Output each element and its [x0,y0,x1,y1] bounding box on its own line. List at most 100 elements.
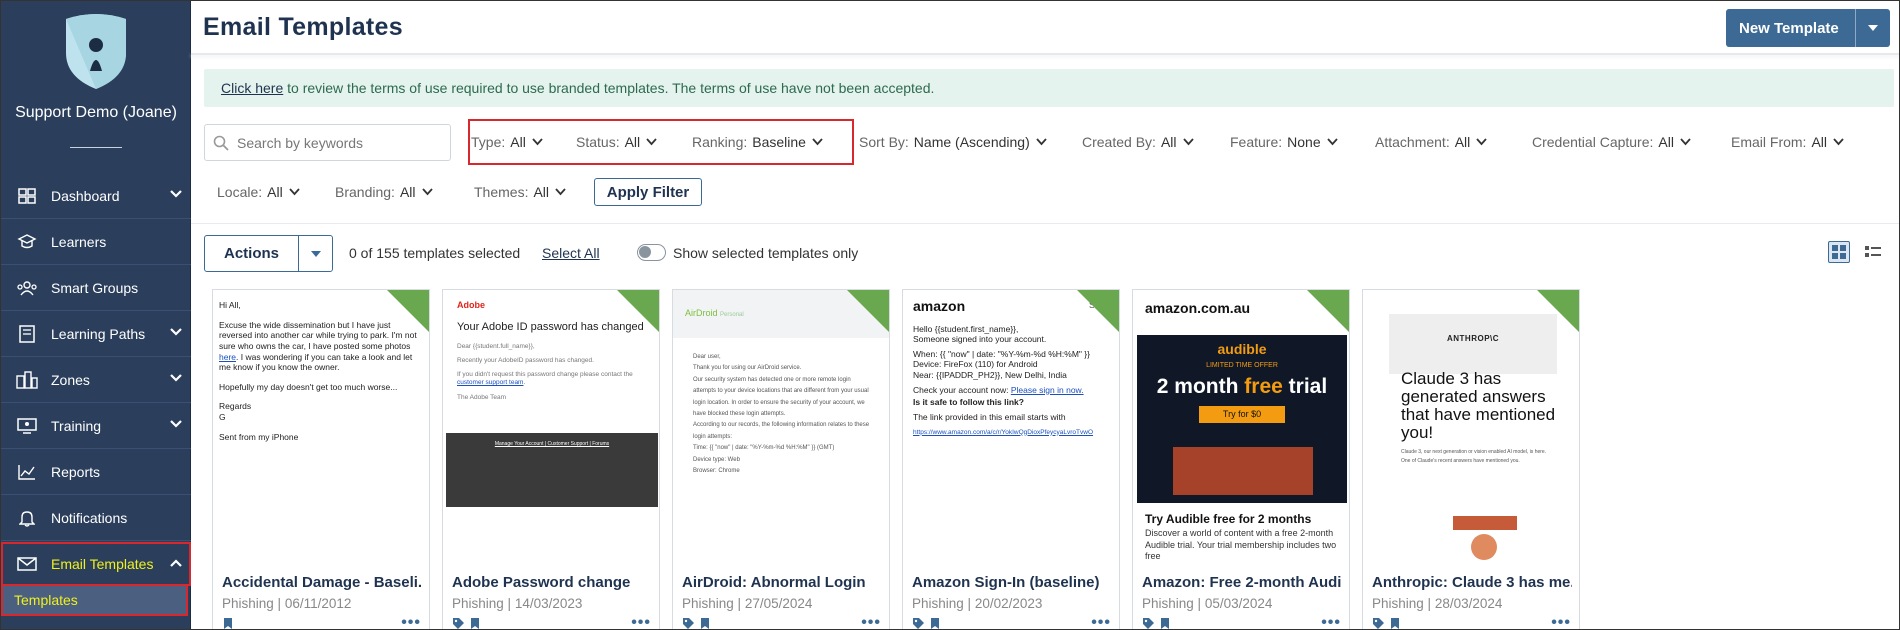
filter-type[interactable]: Type: All [471,134,543,150]
preview-text: Manage Your Account | Customer Support |… [494,441,610,447]
template-title[interactable]: Adobe Password change [452,574,652,591]
chevron-down-icon [1476,138,1487,146]
sidebar-item-label: Training [51,417,102,434]
preview-text: Someone signed into your account. [913,334,1047,345]
sidebar-item-learning-paths[interactable]: Learning Paths [1,311,191,357]
preview-text: Dear {{student.full_name}}, [457,343,535,350]
sidebar-item-label: Dashboard [51,187,120,204]
new-template-button[interactable]: New Template [1726,9,1890,47]
show-selected-toggle[interactable] [637,244,666,261]
preview-text: 2 month [1156,375,1245,399]
template-card[interactable]: Hi All, Excuse the wide dissemination bu… [212,289,430,630]
preview-text: Check your account now: [913,384,1011,395]
filter-sort-by[interactable]: Sort By: Name (Ascending) [859,134,1047,150]
select-all-link[interactable]: Select All [542,245,600,261]
sidebar-item-label: Smart Groups [51,279,139,296]
tag-icon[interactable] [912,617,924,630]
bell-icon [15,507,39,529]
preview-text: Claude 3, our next generation or vision … [1401,449,1547,464]
preview-brand: ANTHROP\C [1446,334,1500,343]
bookmark-icon[interactable] [1389,617,1401,630]
filter-value: Baseline [752,134,806,150]
filter-themes[interactable]: Themes: All [474,184,566,200]
terms-link[interactable]: Click here [221,80,283,96]
filter-email-from[interactable]: Email From: All [1731,134,1844,150]
preview-heading: Try Audible free for 2 months [1145,512,1312,526]
sidebar-item-zones[interactable]: Zones [1,357,191,403]
search-icon [213,135,229,151]
more-options-icon[interactable]: ••• [1091,614,1111,629]
more-options-icon[interactable]: ••• [1321,614,1341,629]
filter-label: Created By: [1082,134,1156,150]
sidebar-item-smart-groups[interactable]: Smart Groups [1,265,191,311]
more-options-icon[interactable]: ••• [861,614,881,629]
preview-text: Is it safe to follow this link? [913,397,1024,408]
template-title[interactable]: Accidental Damage - Baseli... [222,574,422,591]
sidebar-subitem-templates[interactable]: Templates [1,586,188,616]
tag-icon[interactable] [1142,617,1154,630]
sidebar-item-email-templates[interactable]: Email Templates [1,542,191,586]
sidebar-item-dashboard[interactable]: Dashboard [1,173,191,219]
template-card[interactable]: ANTHROP\C Claude 3 has generated answers… [1362,289,1580,630]
preview-text: The Adobe Team [457,393,507,401]
baseline-ribbon [1537,290,1579,332]
preview-audible: audible [1217,341,1267,357]
bookmark-icon[interactable] [222,617,234,630]
template-title[interactable]: AirDroid: Abnormal Login [682,574,882,591]
tag-icon[interactable] [682,617,694,630]
envelope-icon [15,553,39,575]
actions-dropdown-toggle[interactable] [299,236,332,271]
template-title[interactable]: Anthropic: Claude 3 has me... [1372,574,1572,591]
filter-locale[interactable]: Locale: All [217,184,300,200]
new-template-dropdown-toggle[interactable] [1855,9,1890,47]
filter-credential-capture[interactable]: Credential Capture: All [1532,134,1691,150]
preview-limited: LIMITED TIME OFFER [1206,361,1278,369]
template-grid: Hi All, Excuse the wide dissemination bu… [212,289,1899,630]
bookmark-icon[interactable] [1159,617,1171,630]
template-title[interactable]: Amazon: Free 2-month Audi... [1142,574,1342,591]
bookmark-icon[interactable] [929,617,941,630]
template-card[interactable]: amazon.com.au audible LIMITED TIME OFFER… [1132,289,1350,630]
filter-status[interactable]: Status: All [576,134,657,150]
actions-button[interactable]: Actions [204,235,333,272]
filter-ranking[interactable]: Ranking: Baseline [692,134,823,150]
sidebar-item-training[interactable]: Training [1,403,191,449]
preview-brand: AirDroid Personal [685,308,744,320]
filter-feature[interactable]: Feature: None [1230,134,1338,150]
more-options-icon[interactable]: ••• [1551,614,1571,629]
template-card[interactable]: AirDroid Personal Dear user, Thank you f… [672,289,890,630]
filter-value: All [1160,134,1177,150]
template-date: 27/05/2024 [744,596,813,611]
sidebar-item-learners[interactable]: Learners [1,219,191,265]
template-card[interactable]: amazon Sign Hello {{student.first_name}},… [902,289,1120,630]
template-card[interactable]: Adobe Your Adobe ID password has changed… [442,289,660,630]
filter-branding[interactable]: Branding: All [335,184,433,200]
page-title: Email Templates [203,13,403,41]
sidebar-item-label: Reports [51,463,101,480]
apply-filter-button[interactable]: Apply Filter [594,178,702,206]
preview-header [1389,314,1557,374]
filter-created-by[interactable]: Created By: All [1082,134,1194,150]
template-title[interactable]: Amazon Sign-In (baseline) [912,574,1112,591]
bookmark-icon[interactable] [699,617,711,630]
template-type: Phishing [1372,596,1424,611]
tag-icon[interactable] [452,617,464,630]
bookmark-icon[interactable] [469,617,481,630]
sidebar-item-reports[interactable]: Reports [1,449,191,495]
template-meta: Phishing | 06/11/2012 [222,596,352,611]
preview-text: Discover a world of content with a free … [1145,528,1337,562]
chevron-down-icon [1036,138,1047,146]
shield-logo-icon[interactable] [61,11,131,91]
list-view-icon[interactable] [1864,244,1882,262]
grid-view-button[interactable] [1828,241,1850,263]
filter-value: All [533,184,550,200]
tag-icon[interactable] [1372,617,1384,630]
sidebar-item-notifications[interactable]: Notifications [1,495,191,541]
reports-icon [15,461,39,483]
filter-label: Sort By: [859,134,909,150]
filter-label: Branding: [335,184,395,200]
more-options-icon[interactable]: ••• [401,614,421,629]
search-input[interactable]: Search by keywords [204,124,451,161]
more-options-icon[interactable]: ••• [631,614,651,629]
filter-attachment[interactable]: Attachment: All [1375,134,1487,150]
